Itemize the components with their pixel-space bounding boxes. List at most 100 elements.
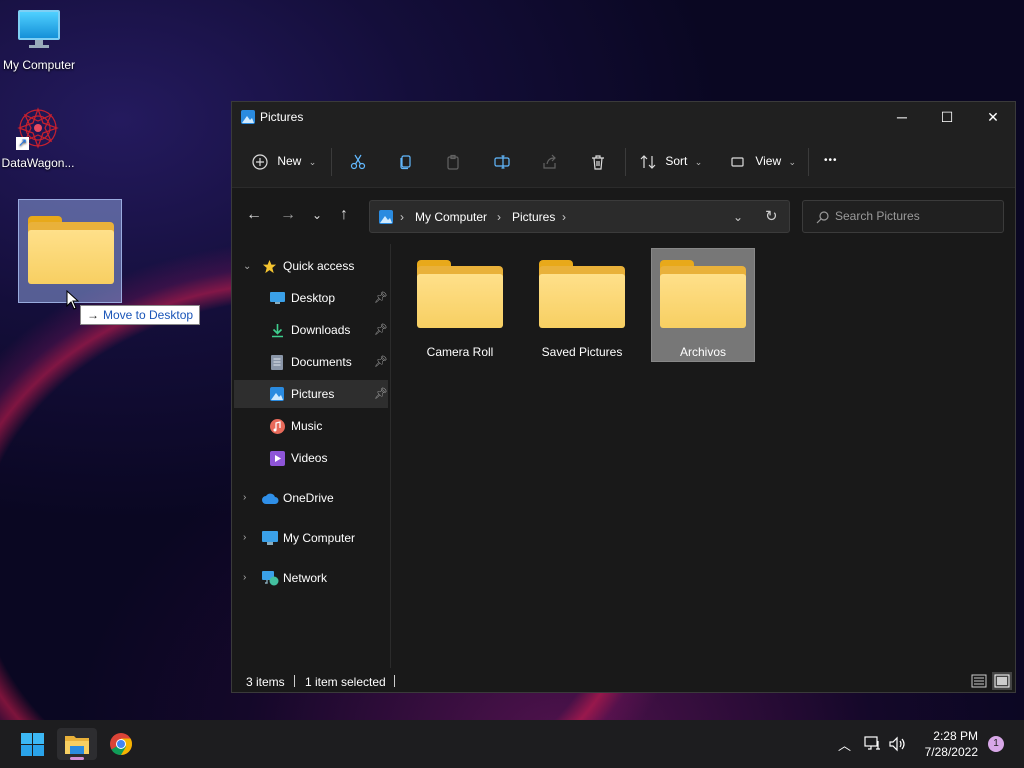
search-icon [816,211,829,224]
address-history-chevron-icon[interactable]: ⌄ [733,210,743,224]
sidebar-item-label: Videos [291,451,328,465]
back-button[interactable]: ← [246,206,262,224]
sidebar-item-network[interactable]: › Network [234,564,388,592]
folder-icon [539,260,625,328]
toolbar-divider [625,148,626,176]
sidebar-item-documents[interactable]: Documents 📌︎ [234,348,388,376]
windows-logo-icon [21,733,44,756]
rename-icon [494,155,510,169]
pictures-icon [270,387,284,401]
paste-button[interactable] [445,150,461,172]
sidebar-item-label: Pictures [291,387,335,401]
view-button[interactable]: View ⌄ [730,150,796,172]
sidebar-item-videos[interactable]: Videos [234,444,388,472]
folder-item-saved-pictures[interactable]: Saved Pictures [530,248,634,362]
file-list: Camera Roll Saved Pictures Archivos [392,244,1015,668]
recent-locations-button[interactable]: ⌄ [312,208,322,222]
show-hidden-icons-chevron-icon[interactable]: ︿ [838,735,851,754]
desktop-icon-label: My Computer [2,58,76,72]
download-icon [272,324,283,338]
computer-icon [262,531,278,545]
view-button-label: View [755,154,782,168]
desktop-icon-datawagon[interactable]: ↗ DataWagon... [0,106,78,170]
refresh-icon[interactable]: ↻ [765,207,778,225]
chevron-down-icon: ⌄ [308,157,317,167]
address-bar[interactable]: › My Computer › Pictures › ⌄ ↻ [369,200,790,233]
pin-icon: 📌︎ [374,324,388,336]
arrow-right-icon: → [87,308,99,322]
minimize-button[interactable]: ─ [879,102,925,132]
sidebar-item-music[interactable]: Music [234,412,388,440]
breadcrumb-my-computer[interactable]: My Computer [415,210,487,224]
search-input[interactable] [835,209,995,223]
status-divider [294,675,295,687]
sidebar-item-downloads[interactable]: Downloads 📌︎ [234,316,388,344]
breadcrumb-separator: › [562,210,566,224]
taskbar-file-explorer[interactable] [57,728,97,760]
clock[interactable]: 2:28 PM 7/28/2022 [910,728,978,760]
sidebar-item-desktop[interactable]: Desktop 📌︎ [234,284,388,312]
folder-name: Saved Pictures [541,345,623,359]
sidebar-item-label: Quick access [283,259,355,273]
title-bar[interactable]: Pictures ─ ☐ ✕ [232,102,1015,132]
status-divider [394,675,395,687]
pictures-icon [379,210,393,224]
network-tray-icon[interactable] [864,736,882,752]
copy-button[interactable] [398,150,414,172]
notification-badge[interactable]: 1 [988,736,1004,752]
file-explorer-window: Pictures ─ ☐ ✕ New ⌄ Sort ⌄ View ⌄ ••• ←… [231,101,1016,693]
details-view-icon[interactable] [969,672,989,690]
folder-icon [417,260,503,328]
sort-icon [640,154,656,169]
datawagon-icon: ↗ [16,106,60,150]
sidebar-item-label: Network [283,571,328,585]
delete-button[interactable] [590,150,606,172]
sidebar-item-quick-access[interactable]: ⌄ Quick access [234,252,388,280]
taskbar-chrome[interactable] [101,728,141,760]
close-button[interactable]: ✕ [970,102,1016,132]
breadcrumb-pictures[interactable]: Pictures [512,210,555,224]
drag-ghost-folder [18,199,122,303]
file-explorer-icon [65,736,89,754]
pin-icon: 📌︎ [374,356,388,368]
folder-item-camera-roll[interactable]: Camera Roll [408,248,512,362]
breadcrumb-separator: › [497,210,501,224]
folder-icon [660,260,746,328]
folder-name: Camera Roll [426,345,494,359]
cut-button[interactable] [350,150,366,172]
active-indicator [70,757,84,760]
chrome-icon [110,733,132,755]
cloud-icon [262,493,279,504]
volume-icon[interactable] [889,736,907,752]
new-button[interactable]: New ⌄ [252,150,316,172]
chevron-right-icon: › [243,572,247,583]
folder-icon [28,216,114,284]
drag-tooltip: → Move to Desktop [80,305,201,325]
pane-splitter[interactable] [390,244,391,668]
share-button[interactable] [542,150,558,172]
up-button[interactable]: ↑ [340,206,348,224]
sidebar-item-pictures[interactable]: Pictures 📌︎ [234,380,388,408]
network-icon [262,571,279,586]
sidebar-item-label: Downloads [291,323,351,337]
sidebar-item-my-computer[interactable]: › My Computer [234,524,388,552]
desktop-icon-my-computer[interactable]: My Computer [0,10,79,72]
taskbar: ︿ 2:28 PM 7/28/2022 [0,720,1024,768]
rename-button[interactable] [494,150,510,172]
forward-button[interactable]: → [280,206,296,224]
maximize-button[interactable]: ☐ [924,102,970,132]
breadcrumb-separator: › [400,210,404,224]
pin-icon: 📌︎ [374,292,388,304]
window-title: Pictures [260,110,304,124]
see-more-button[interactable]: ••• [824,150,838,172]
start-button[interactable] [12,728,52,760]
toolbar-divider [808,148,809,176]
sidebar-item-onedrive[interactable]: › OneDrive [234,484,388,512]
large-icons-view-icon[interactable] [992,672,1012,690]
navigation-pane: ⌄ Quick access Desktop 📌︎ Downloads 📌︎ D… [232,244,390,668]
sort-button[interactable]: Sort ⌄ [640,150,702,172]
folder-item-archivos[interactable]: Archivos [651,248,755,362]
search-box[interactable] [802,200,1004,233]
chevron-right-icon: › [243,492,247,503]
sidebar-item-label: OneDrive [283,491,334,505]
